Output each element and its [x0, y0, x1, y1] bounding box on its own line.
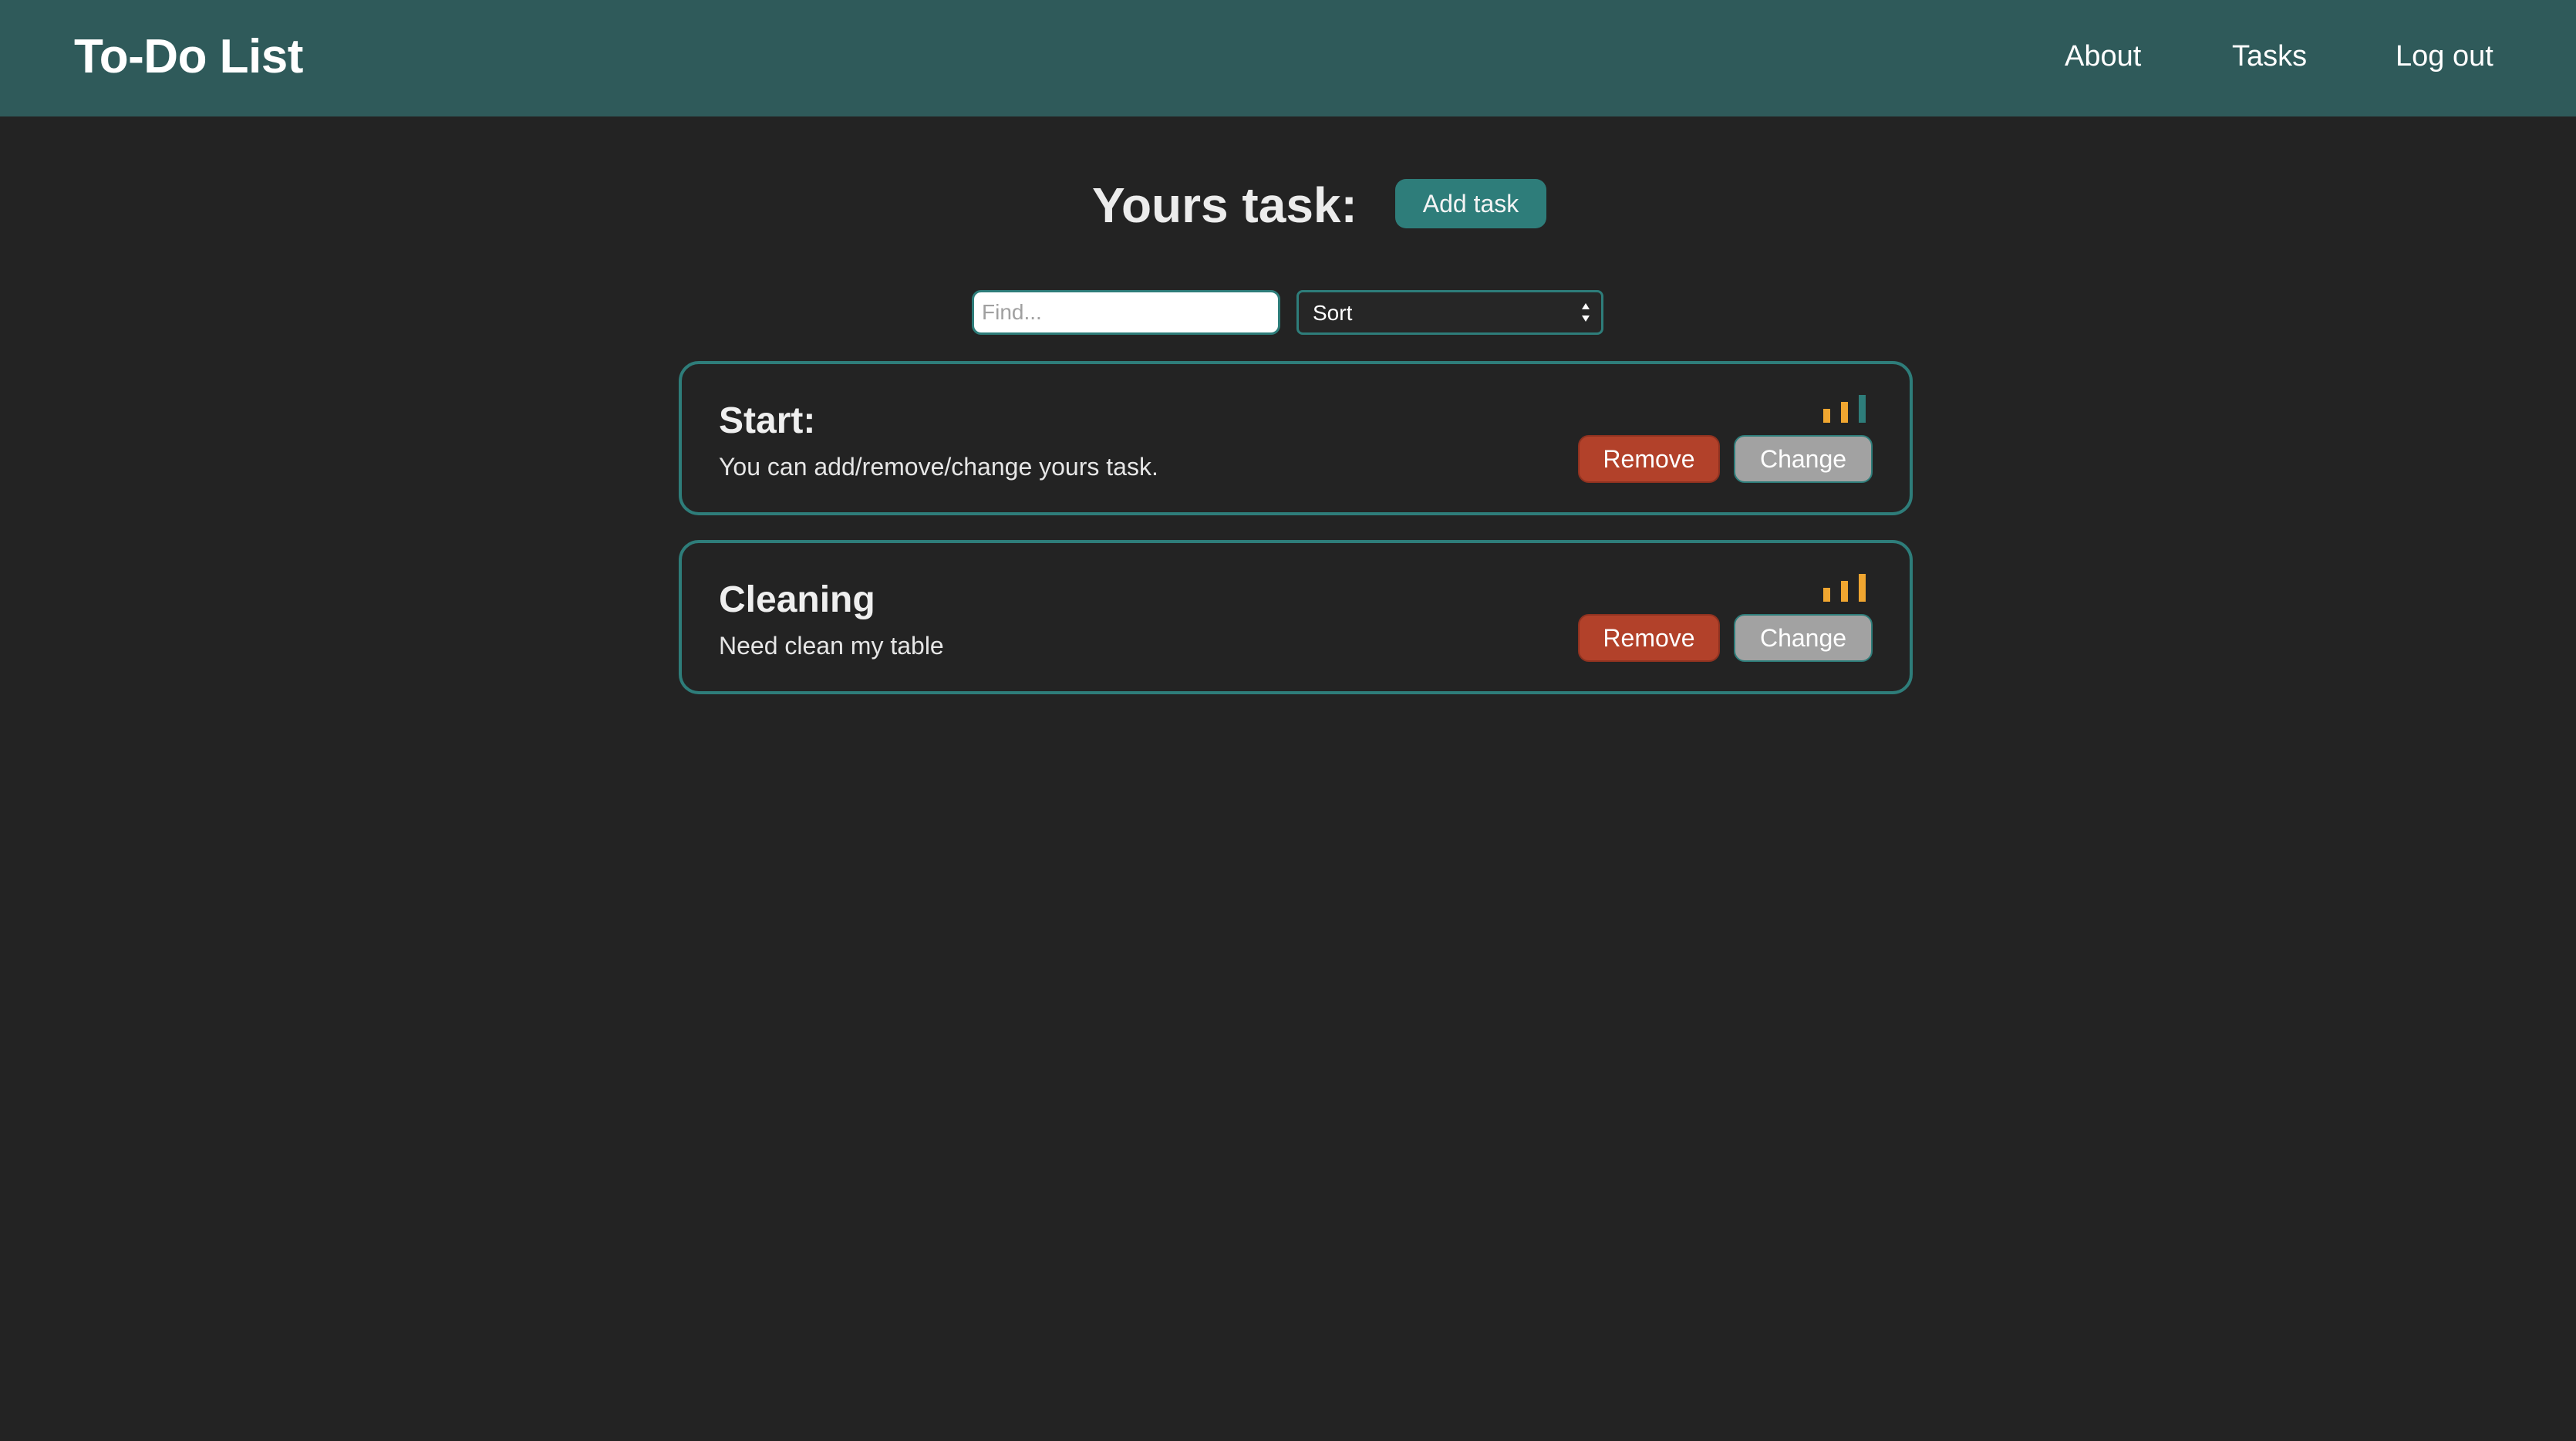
priority-bar [1823, 588, 1830, 602]
change-button[interactable]: Change [1734, 614, 1873, 662]
priority-bar [1841, 402, 1848, 423]
select-arrows-icon [1582, 303, 1590, 322]
priority-bars-icon [1823, 574, 1866, 602]
page-title: Yours task: [1092, 177, 1357, 233]
nav-link-about[interactable]: About [2065, 34, 2141, 79]
app-brand[interactable]: To-Do List [74, 26, 303, 88]
task-description: You can add/remove/change yours task. [719, 453, 1158, 481]
priority-bar [1859, 574, 1866, 602]
sort-select[interactable]: Sort [1296, 290, 1603, 335]
nav-link-log-out[interactable]: Log out [2396, 34, 2493, 79]
task-title: Cleaning [719, 579, 875, 620]
navbar: To-Do List About Tasks Log out [0, 0, 2576, 116]
sort-selected-label: Sort [1313, 301, 1353, 325]
remove-button[interactable]: Remove [1578, 435, 1720, 483]
priority-bar [1823, 409, 1830, 423]
change-button[interactable]: Change [1734, 435, 1873, 483]
remove-button[interactable]: Remove [1578, 614, 1720, 662]
priority-bar [1859, 395, 1866, 423]
task-title: Start: [719, 400, 816, 441]
priority-bars-icon [1823, 395, 1866, 423]
task-card: Start: You can add/remove/change yours t… [679, 361, 1913, 515]
task-description: Need clean my table [719, 632, 944, 660]
find-input[interactable] [972, 290, 1280, 335]
priority-bar [1841, 581, 1848, 602]
task-card: Cleaning Need clean my table Remove Chan… [679, 540, 1913, 694]
nav-link-tasks[interactable]: Tasks [2232, 34, 2307, 79]
add-task-button[interactable]: Add task [1395, 179, 1546, 228]
